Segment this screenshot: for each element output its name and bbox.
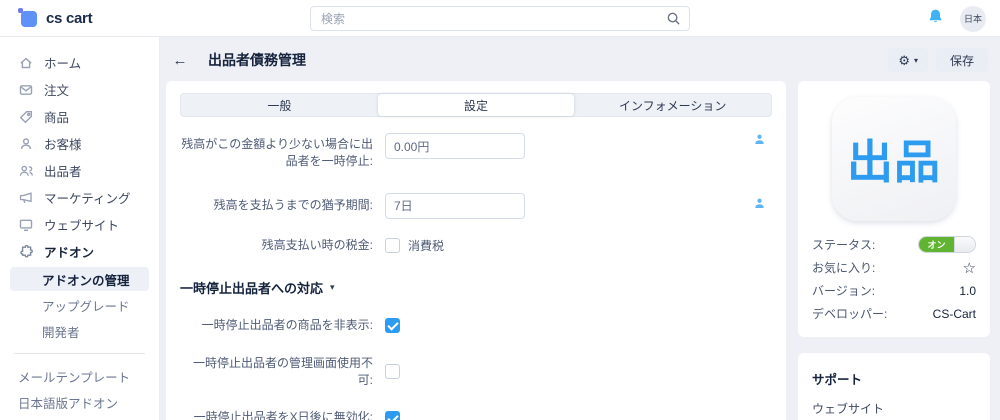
field-hide-products: 一時停止出品者の商品を非表示:	[180, 317, 772, 334]
search-icon[interactable]	[666, 11, 681, 31]
settings-gear-button[interactable]: ⚙ ▾	[888, 48, 928, 72]
sidebar-item-orders[interactable]: 注文	[10, 76, 149, 103]
block-admin-checkbox[interactable]	[385, 364, 400, 380]
storefront-override-icon[interactable]	[753, 197, 766, 215]
favorite-row: お気に入り: ☆	[812, 259, 976, 277]
sidebar-divider	[14, 353, 145, 354]
website-icon	[19, 219, 33, 231]
chevron-down-icon: ▾	[913, 55, 918, 65]
field-disable-after-x: 一時停止出品者をX日後に無効化:	[180, 409, 772, 420]
logo-text: cs cart	[46, 9, 93, 27]
addons-icon	[20, 244, 33, 257]
sidebar-item-products[interactable]: 商品	[10, 103, 149, 130]
version-row: バージョン: 1.0	[812, 283, 976, 299]
vendors-icon	[19, 165, 33, 176]
cscart-logo[interactable]: cs cart	[0, 8, 160, 28]
main-area: ← 出品者債務管理 ⚙ ▾ 保存 一般 設定 インフォメーション 残高がこの金額…	[160, 37, 1000, 420]
storefront-override-icon[interactable]	[753, 133, 766, 151]
customers-icon	[20, 137, 32, 149]
section-suspended-vendors[interactable]: 一時停止出品者への対応 ▾	[180, 278, 772, 297]
tab-general[interactable]: 一般	[181, 94, 378, 116]
field-balance-tax: 残高支払い時の税金: 消費税	[261, 237, 445, 253]
tab-information[interactable]: インフォメーション	[574, 94, 771, 116]
sidebar-item-japanese-addons[interactable]: 日本語版アドオン	[10, 390, 149, 414]
sidebar-item-home[interactable]: ホーム	[10, 49, 149, 76]
support-title: サポート	[812, 373, 863, 387]
settings-form-card: 一般 設定 インフォメーション 残高がこの金額より少ない場合に出品者を一時停止:…	[166, 81, 786, 420]
sidebar-subitem-manage-addons[interactable]: アドオンの管理	[10, 267, 149, 291]
language-selector[interactable]: 日本	[960, 5, 986, 32]
consumption-tax-checkbox[interactable]	[385, 237, 400, 253]
topbar: cs cart 日本	[0, 0, 1000, 37]
support-link-website[interactable]: ウェブサイト	[812, 400, 976, 417]
suspend-balance-input[interactable]	[385, 133, 525, 159]
support-card: サポート ウェブサイト フォーラム（英語） 日本語サポートセンター	[798, 353, 990, 420]
sidebar-item-customers[interactable]: お客様	[10, 130, 149, 157]
sidebar-item-website[interactable]: ウェブサイト	[10, 211, 149, 238]
page-header: ← 出品者債務管理 ⚙ ▾ 保存	[168, 48, 988, 72]
toggle-knob[interactable]	[954, 237, 975, 252]
save-button[interactable]: 保存	[935, 48, 988, 72]
sidebar-item-marketing[interactable]: マーケティング	[10, 184, 149, 211]
global-search	[310, 6, 690, 31]
marketing-icon	[19, 191, 32, 203]
back-button[interactable]: ←	[168, 52, 192, 69]
sidebar-item-mail-templates[interactable]: メールテンプレート	[10, 364, 149, 388]
field-grace-period: 残高を支払うまでの猶予期間:	[180, 192, 772, 219]
sidebar-subitem-developer[interactable]: 開発者	[10, 319, 149, 343]
right-panel: 出品 ステータス: オン お気に入り: ☆ バージョン: 1.0 デベロッパー:…	[798, 81, 990, 420]
sidebar-item-addons[interactable]: アドオン	[10, 238, 149, 265]
sidebar: ホーム 注文 商品 お客様 出品者 マーケティング ウェブサイト アドオン アド…	[0, 37, 160, 420]
app-window: cs cart 日本 ホーム 注文	[0, 0, 1000, 420]
developer-row: デベロッパー: CS-Cart	[812, 306, 976, 322]
field-block-admin: 一時停止出品者の管理画面使用不可:	[180, 355, 772, 390]
cscart-logo-icon	[18, 8, 38, 28]
status-toggle[interactable]: オン	[918, 236, 976, 253]
tab-settings[interactable]: 設定	[377, 94, 575, 116]
home-icon	[20, 57, 32, 68]
favorite-star-icon[interactable]: ☆	[963, 259, 976, 277]
status-row: ステータス: オン	[812, 233, 976, 256]
addon-app-icon: 出品	[832, 97, 956, 221]
addon-info-card: 出品 ステータス: オン お気に入り: ☆ バージョン: 1.0 デベロッパー:…	[798, 81, 990, 337]
search-input[interactable]	[310, 6, 690, 31]
section-collapse-icon: ▾	[330, 282, 335, 293]
disable-after-x-checkbox[interactable]	[385, 410, 400, 420]
gear-icon: ⚙	[898, 52, 910, 68]
orders-icon	[19, 84, 33, 95]
products-icon	[19, 110, 32, 123]
grace-period-input[interactable]	[385, 192, 525, 219]
page-title: 出品者債務管理	[208, 52, 306, 68]
tabbar: 一般 設定 インフォメーション	[180, 93, 772, 117]
sidebar-item-vendors[interactable]: 出品者	[10, 157, 149, 184]
notifications-bell-icon[interactable]	[927, 8, 944, 30]
sidebar-subitem-upgrade[interactable]: アップグレード	[10, 293, 149, 317]
field-suspend-balance: 残高がこの金額より少ない場合に出品者を一時停止:	[180, 133, 772, 171]
hide-products-checkbox[interactable]	[385, 318, 400, 334]
